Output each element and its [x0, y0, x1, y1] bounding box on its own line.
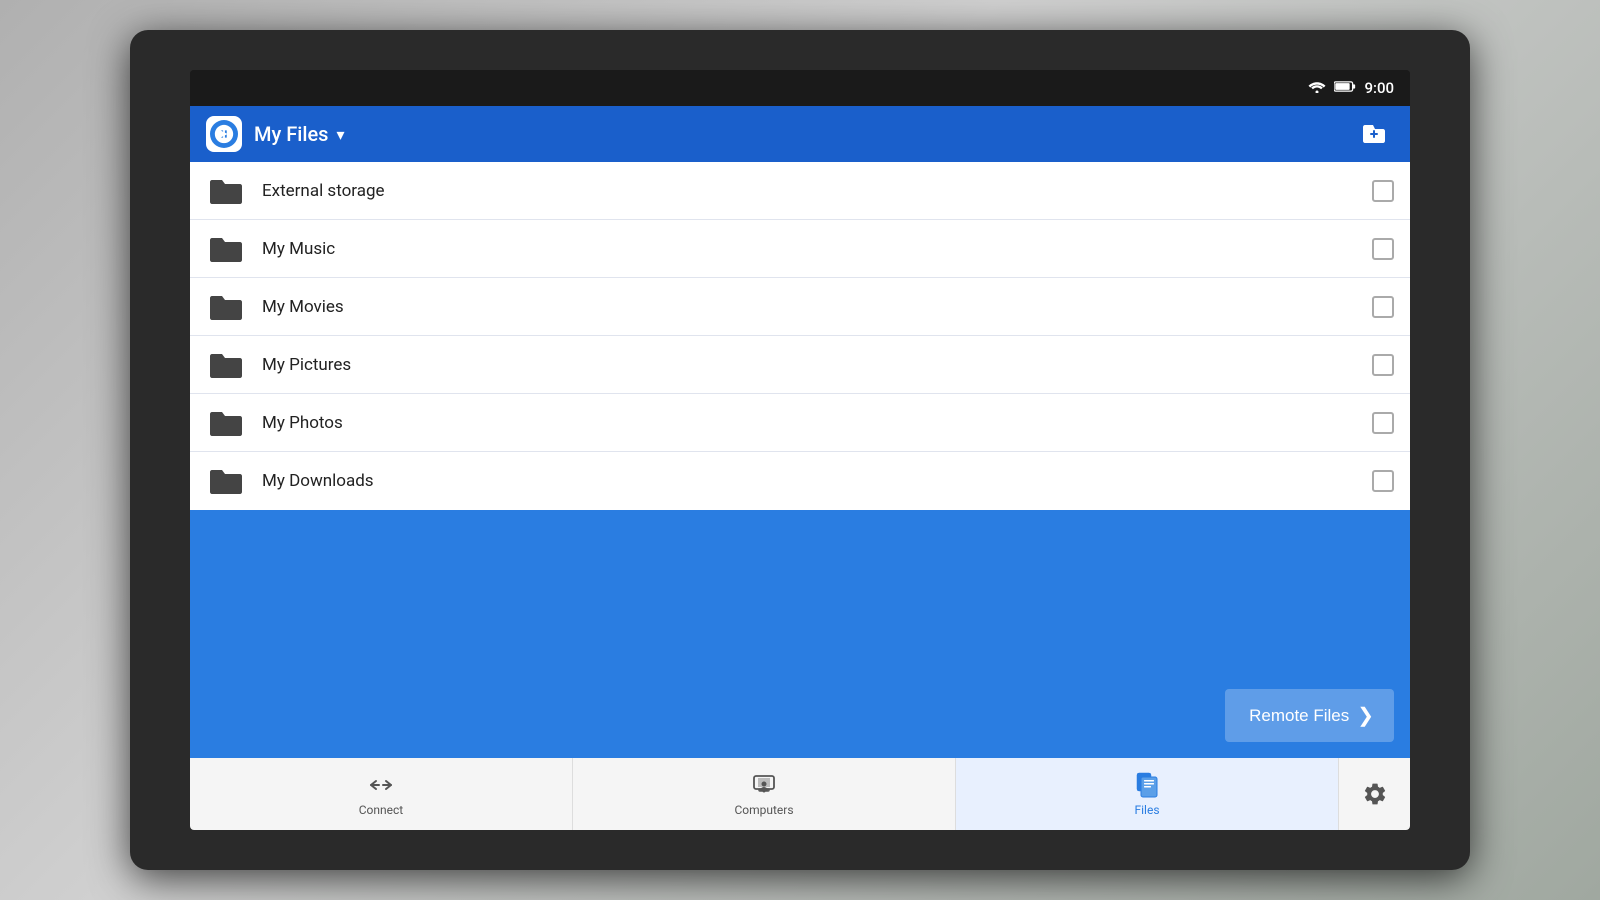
teamviewer-logo — [210, 120, 238, 148]
status-bar: 9:00 — [190, 70, 1410, 106]
app-header: My Files ▾ — [190, 106, 1410, 162]
file-item[interactable]: My Photos — [190, 394, 1410, 452]
file-item[interactable]: External storage — [190, 162, 1410, 220]
file-name: My Photos — [262, 413, 1372, 433]
files-icon — [1133, 771, 1161, 799]
file-item[interactable]: My Pictures — [190, 336, 1410, 394]
folder-icon — [206, 289, 246, 325]
nav-item-files[interactable]: Files — [956, 758, 1338, 830]
file-checkbox[interactable] — [1372, 354, 1394, 376]
chevron-down-icon: ▾ — [336, 125, 344, 144]
bottom-nav: Connect Computers — [190, 758, 1410, 830]
nav-label-files: Files — [1134, 803, 1159, 817]
file-checkbox[interactable] — [1372, 412, 1394, 434]
remote-files-chevron: ❯ — [1357, 703, 1374, 728]
computers-icon — [750, 771, 778, 799]
new-folder-button[interactable] — [1354, 114, 1394, 154]
folder-icon — [206, 231, 246, 267]
file-item[interactable]: My Downloads — [190, 452, 1410, 510]
file-checkbox[interactable] — [1372, 180, 1394, 202]
folder-icon — [206, 173, 246, 209]
nav-label-computers: Computers — [734, 803, 793, 817]
laptop-shell: 9:00 My Files ▾ — [130, 30, 1470, 870]
battery-icon — [1334, 80, 1356, 97]
file-items-block: External storage My Music My Movies — [190, 162, 1410, 510]
folder-icon — [206, 347, 246, 383]
file-checkbox[interactable] — [1372, 238, 1394, 260]
file-checkbox[interactable] — [1372, 296, 1394, 318]
remote-files-area: Remote Files ❯ — [190, 673, 1410, 758]
remote-files-button[interactable]: Remote Files ❯ — [1225, 689, 1394, 742]
laptop-screen: 9:00 My Files ▾ — [190, 70, 1410, 830]
connect-icon — [367, 771, 395, 799]
header-title-group[interactable]: My Files ▾ — [254, 122, 345, 146]
file-item[interactable]: My Music — [190, 220, 1410, 278]
nav-item-computers[interactable]: Computers — [573, 758, 955, 830]
file-name: My Pictures — [262, 355, 1372, 375]
file-name: My Movies — [262, 297, 1372, 317]
header-title: My Files — [254, 122, 328, 146]
file-list-bg: External storage My Music My Movies — [190, 162, 1410, 758]
app-container: My Files ▾ — [190, 106, 1410, 758]
nav-item-connect[interactable]: Connect — [190, 758, 572, 830]
status-icons: 9:00 — [1308, 79, 1394, 97]
app-logo — [206, 116, 242, 152]
folder-icon — [206, 405, 246, 441]
folder-icon — [206, 463, 246, 499]
file-name: External storage — [262, 181, 1372, 201]
content-spacer — [190, 510, 1410, 673]
file-item[interactable]: My Movies — [190, 278, 1410, 336]
wifi-icon — [1308, 79, 1326, 97]
file-name: My Music — [262, 239, 1372, 259]
status-time: 9:00 — [1364, 79, 1394, 97]
file-name: My Downloads — [262, 471, 1372, 491]
remote-files-label: Remote Files — [1249, 706, 1349, 726]
file-checkbox[interactable] — [1372, 470, 1394, 492]
nav-label-connect: Connect — [359, 803, 403, 817]
settings-button[interactable] — [1338, 758, 1410, 830]
